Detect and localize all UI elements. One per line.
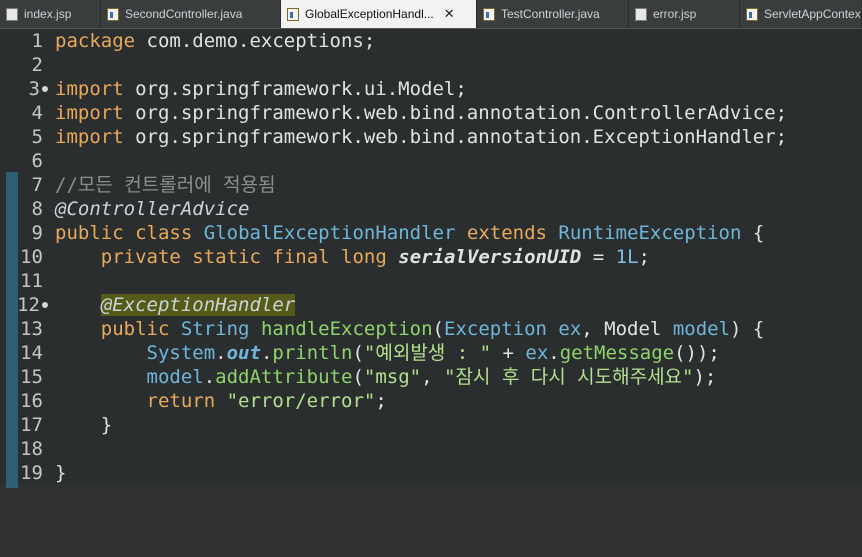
tab-test-controller[interactable]: TestController.java (477, 0, 629, 28)
line-number: 18 (20, 438, 43, 460)
tab-label: error.jsp (653, 7, 697, 21)
line-number: 12 (17, 294, 40, 316)
code-line-2: 2 (0, 53, 862, 77)
tab-label: index.jsp (24, 7, 72, 21)
line-number: 19 (20, 462, 43, 484)
tab-servlet-app-context[interactable]: ServletAppContext.java (740, 0, 862, 28)
code-line-13: 13 public String handleException(Excepti… (20, 318, 765, 340)
tab-global-exception-handler[interactable]: GlobalExceptionHandl... ✕ (281, 0, 477, 28)
line-number: 9 (31, 222, 43, 244)
tab-index-jsp[interactable]: index.jsp (0, 0, 101, 28)
jsp-file-icon (6, 7, 18, 21)
jsp-file-icon (635, 7, 647, 21)
close-icon[interactable]: ✕ (444, 6, 455, 22)
code-line-8: 8 @ControllerAdvice (31, 198, 250, 220)
java-file-icon (746, 7, 758, 21)
java-file-icon (287, 7, 299, 21)
line-number: 11 (20, 270, 43, 292)
line-number: 15 (20, 366, 43, 388)
java-file-icon (107, 7, 119, 21)
line-number: 6 (31, 150, 43, 172)
line-number: 10 (20, 246, 43, 268)
line-number: 13 (20, 318, 43, 340)
line-number: 14 (20, 342, 43, 364)
code-line-16: 16 return "error/error"; (20, 390, 387, 412)
line-number: 7 (31, 174, 43, 196)
code-line-3: 3 import org.springframework.ui.Model; (28, 78, 467, 100)
code-line-10: 10 private static final long serialVersi… (20, 246, 650, 268)
code-line-17: 17 } (20, 414, 113, 436)
tab-second-controller[interactable]: SecondController.java (101, 0, 281, 28)
code-line-18: 18 (0, 437, 862, 461)
code-line-11: 11 (0, 269, 862, 293)
code-line-9: 9 public class GlobalExceptionHandler ex… (31, 222, 765, 244)
tab-label: ServletAppContext.java (764, 7, 861, 21)
line-number: 3 (28, 78, 40, 100)
line-number: 16 (20, 390, 43, 412)
line-number: 1 (31, 30, 43, 52)
tab-label: GlobalExceptionHandl... (305, 7, 434, 21)
line-number: 5 (31, 126, 43, 148)
code-line-12: 12 @ExceptionHandler (17, 294, 296, 316)
code-line-19: 19 } (20, 462, 67, 484)
editor-tab-bar: index.jsp SecondController.java GlobalEx… (0, 0, 862, 29)
tab-error-jsp[interactable]: error.jsp (629, 0, 740, 28)
code-line-14: 14 System.out.println("예외발생 : " + ex.get… (20, 342, 720, 364)
fold-toggle-icon[interactable] (42, 302, 48, 308)
line-number: 8 (31, 198, 43, 220)
code-line-1: 1 package com.demo.exceptions; (31, 30, 376, 52)
line-number: 17 (20, 414, 43, 436)
code-line-4: 4 import org.springframework.web.bind.an… (31, 102, 788, 124)
java-file-icon (483, 7, 495, 21)
line-number: 4 (31, 102, 43, 124)
code-editor[interactable]: 1 package com.demo.exceptions; 2 3 impor… (0, 29, 862, 488)
code-line-15: 15 model.addAttribute("msg", "잠시 후 다시 시도… (20, 366, 717, 388)
code-line-7: 7 //모든 컨트롤러에 적용됨 (31, 174, 276, 196)
fold-toggle-icon[interactable] (42, 86, 48, 92)
code-line-6: 6 (0, 149, 862, 173)
tab-label: SecondController.java (125, 7, 243, 21)
tab-label: TestController.java (501, 7, 600, 21)
code-line-5: 5 import org.springframework.web.bind.an… (31, 126, 788, 148)
line-number: 2 (31, 54, 43, 76)
